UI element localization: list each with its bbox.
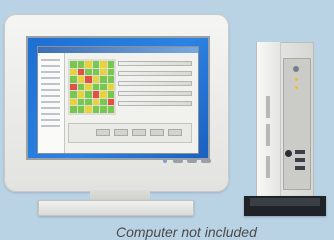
heatmap-cell — [85, 106, 92, 113]
monitor-stand-base — [38, 200, 194, 216]
heatmap-cell — [100, 98, 107, 106]
heatmap-cell — [107, 76, 114, 83]
heatmap-cell — [77, 106, 84, 113]
heatmap-cell — [100, 83, 107, 91]
software-window — [38, 47, 198, 153]
heatmap-cell — [107, 68, 114, 76]
heatmap-cell — [107, 106, 114, 113]
heatmap-cell — [70, 83, 77, 91]
heatmap-cell — [92, 98, 99, 106]
heatmap-cell — [70, 91, 77, 98]
heatmap-cell — [85, 68, 92, 76]
heatmap-cell — [107, 83, 114, 91]
power-indicator-icon — [163, 159, 167, 163]
heatmap-cell — [92, 68, 99, 76]
monitor-button — [187, 159, 197, 163]
heatmap-cell — [92, 106, 99, 113]
sidebar-row — [41, 59, 60, 61]
heatmap-cell — [92, 76, 99, 83]
toolbar-button — [114, 129, 128, 136]
heatmap-cell — [92, 91, 99, 98]
heatmap-cell — [77, 76, 84, 83]
power-button-icon — [293, 66, 299, 72]
monitor-button — [201, 159, 211, 163]
heatmap-cell — [100, 76, 107, 83]
usb-port-icon — [295, 150, 305, 154]
monitor-button — [173, 159, 183, 163]
settings-row — [118, 91, 192, 96]
tower-front-panel — [257, 42, 281, 202]
heatmap-cell — [85, 91, 92, 98]
sidebar-row — [41, 101, 60, 103]
drive-slot — [266, 96, 270, 118]
sidebar-row — [41, 95, 60, 97]
heatmap-cell — [77, 61, 84, 68]
heatmap-cell — [107, 98, 114, 106]
heatmap-cell — [70, 68, 77, 76]
drive-slot — [266, 124, 270, 146]
heatmap-cell — [100, 106, 107, 113]
tower-stand-top — [250, 198, 320, 206]
sidebar-row — [41, 83, 60, 85]
settings-row — [118, 101, 192, 106]
led-icon — [295, 86, 298, 89]
heatmap-cell — [85, 61, 92, 68]
sidebar-row — [41, 71, 60, 73]
toolbar-button — [168, 129, 182, 136]
window-toolbar — [68, 123, 192, 143]
heatmap-cell — [77, 91, 84, 98]
toolbar-button — [132, 129, 146, 136]
heatmap-cell — [77, 83, 84, 91]
usb-port-icon — [295, 166, 305, 170]
heatmap-cell — [85, 83, 92, 91]
heatmap-cell — [100, 91, 107, 98]
heatmap-cell — [107, 61, 114, 68]
heatmap-cell — [85, 98, 92, 106]
sidebar-row — [41, 77, 60, 79]
knob-icon — [285, 150, 292, 157]
settings-row — [118, 81, 192, 86]
monitor-controls — [163, 158, 223, 164]
product-illustration: Computer not included — [0, 0, 334, 240]
heatmap-cell — [92, 83, 99, 91]
heatmap-cell — [100, 61, 107, 68]
settings-row — [118, 61, 192, 66]
heatmap-grid — [68, 59, 116, 115]
heatmap-cell — [92, 61, 99, 68]
caption: Computer not included — [116, 224, 257, 240]
window-sidebar — [38, 53, 65, 153]
heatmap-cell — [70, 76, 77, 83]
sidebar-row — [41, 89, 60, 91]
toolbar-button — [150, 129, 164, 136]
sidebar-row — [41, 107, 60, 109]
settings-row — [118, 71, 192, 76]
sidebar-row — [41, 119, 60, 121]
heatmap-cell — [70, 61, 77, 68]
toolbar-button — [96, 129, 110, 136]
heatmap-cell — [77, 68, 84, 76]
drive-slot — [266, 156, 270, 178]
heatmap-cell — [70, 98, 77, 106]
monitor-screen — [26, 36, 210, 160]
heatmap-cell — [70, 106, 77, 113]
sidebar-row — [41, 125, 60, 127]
heatmap-cell — [107, 91, 114, 98]
heatmap-cell — [85, 76, 92, 83]
led-icon — [295, 78, 298, 81]
usb-port-icon — [295, 158, 305, 162]
heatmap-cell — [100, 68, 107, 76]
sidebar-row — [41, 65, 60, 67]
sidebar-row — [41, 113, 60, 115]
heatmap-cell — [77, 98, 84, 106]
